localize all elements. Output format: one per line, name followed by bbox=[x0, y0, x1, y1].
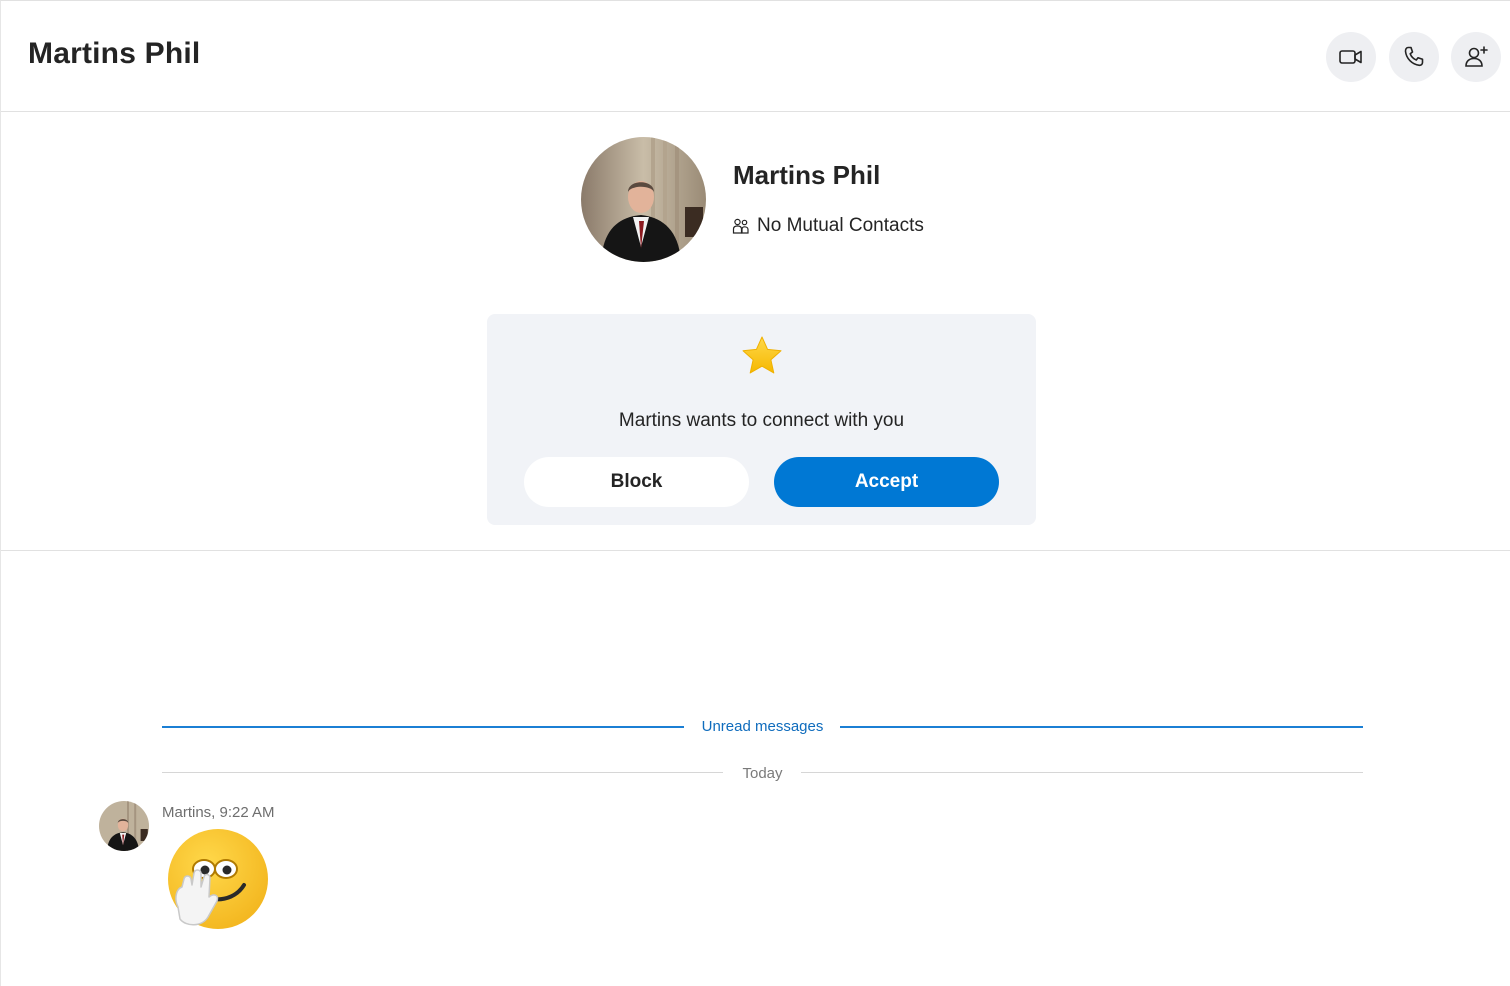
video-call-button[interactable] bbox=[1326, 32, 1376, 82]
chat-title: Martins Phil bbox=[28, 37, 201, 70]
unread-divider: Unread messages bbox=[162, 718, 1363, 742]
phone-icon bbox=[1404, 46, 1424, 67]
hand-over-mouth-emoji-icon[interactable] bbox=[164, 827, 272, 935]
contact-name: Martins Phil bbox=[733, 160, 881, 190]
message-sender-time: Martins, 9:22 AM bbox=[162, 804, 275, 821]
unread-label: Unread messages bbox=[701, 718, 824, 735]
sender-avatar[interactable] bbox=[99, 801, 149, 851]
contact-photo bbox=[581, 137, 706, 262]
block-button[interactable]: Block bbox=[524, 457, 749, 507]
chat-window: Martins Phil Martins Phil No Mutual Cont… bbox=[0, 0, 1510, 986]
people-icon bbox=[732, 218, 749, 234]
date-label: Today bbox=[742, 765, 783, 782]
sender-photo bbox=[99, 801, 149, 851]
chat-header: Martins Phil bbox=[1, 1, 1510, 112]
date-divider: Today bbox=[162, 764, 1363, 788]
contact-profile: Martins Phil No Mutual Contacts Martins … bbox=[1, 112, 1510, 551]
star-icon bbox=[742, 336, 782, 374]
add-person-icon bbox=[1465, 46, 1488, 67]
contact-avatar[interactable] bbox=[581, 137, 706, 262]
mutual-contacts-label: No Mutual Contacts bbox=[757, 215, 924, 236]
request-message: Martins wants to connect with you bbox=[618, 410, 905, 431]
accept-button[interactable]: Accept bbox=[774, 457, 999, 507]
video-call-icon bbox=[1339, 50, 1362, 64]
add-people-button[interactable] bbox=[1451, 32, 1501, 82]
contact-request-card: Martins wants to connect with you Block … bbox=[487, 314, 1036, 525]
mutual-contacts: No Mutual Contacts bbox=[732, 215, 924, 237]
audio-call-button[interactable] bbox=[1389, 32, 1439, 82]
